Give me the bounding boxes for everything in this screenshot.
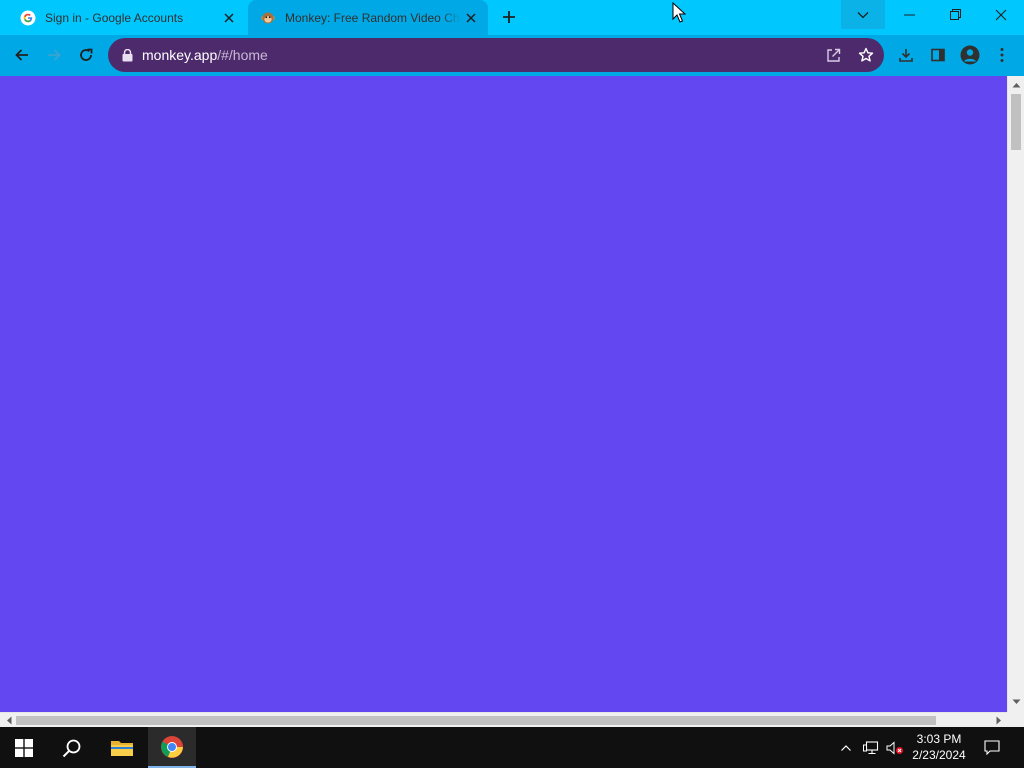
minimize-icon xyxy=(903,14,915,15)
tab-close-icon[interactable] xyxy=(461,8,481,28)
url-host: monkey.app xyxy=(142,47,218,63)
close-window-button[interactable] xyxy=(978,0,1024,29)
arrow-right-icon xyxy=(48,49,61,61)
tab-title: Monkey: Free Random Video Chat xyxy=(285,10,461,25)
restore-button[interactable] xyxy=(932,0,978,29)
chevron-up-icon xyxy=(841,744,851,751)
tab-monkey[interactable]: Monkey: Free Random Video Chat xyxy=(248,0,488,35)
back-button[interactable] xyxy=(8,41,36,69)
page-content[interactable] xyxy=(0,76,1007,712)
reload-icon xyxy=(80,48,93,61)
vertical-scrollbar-thumb[interactable] xyxy=(1011,94,1021,150)
chevron-down-icon xyxy=(857,11,869,18)
clock-time: 3:03 PM xyxy=(916,732,962,746)
start-button[interactable] xyxy=(0,727,48,768)
search-icon xyxy=(62,739,81,757)
restore-icon xyxy=(949,9,961,20)
volume-button[interactable] xyxy=(884,727,906,768)
profile-button[interactable] xyxy=(956,41,984,69)
minimize-button[interactable] xyxy=(886,0,932,29)
horizontal-scrollbar[interactable] xyxy=(0,712,1007,727)
show-hidden-icons-button[interactable] xyxy=(836,727,856,768)
tab-google-sign-in[interactable]: Sign in - Google Accounts xyxy=(8,0,246,35)
tab-strip: Sign in - Google Accounts Monkey: Free R… xyxy=(0,0,1024,35)
avatar-icon xyxy=(960,45,980,65)
network-icon xyxy=(863,740,879,754)
mouse-cursor-icon xyxy=(672,2,686,23)
url-path: /#/home xyxy=(217,47,268,63)
forward-button[interactable] xyxy=(40,41,68,69)
tab-title: Sign in - Google Accounts xyxy=(45,10,184,25)
tab-search-button[interactable] xyxy=(841,0,885,29)
close-icon xyxy=(995,9,1007,20)
chrome-icon xyxy=(161,735,183,758)
scroll-left-arrow-icon[interactable] xyxy=(4,716,13,725)
plus-icon xyxy=(503,11,515,23)
notification-icon xyxy=(984,740,1000,755)
file-explorer-button[interactable] xyxy=(98,727,146,768)
url-text[interactable]: monkey.app/#/home xyxy=(142,47,268,63)
taskbar-clock[interactable]: 3:03 PM 2/23/2024 xyxy=(906,731,972,763)
side-panel-icon xyxy=(931,48,945,62)
scroll-down-arrow-icon[interactable] xyxy=(1012,697,1021,706)
taskbar: 3:03 PM 2/23/2024 xyxy=(0,727,1024,768)
google-g-icon xyxy=(20,10,36,26)
windows-logo-icon xyxy=(15,738,33,757)
network-button[interactable] xyxy=(860,727,882,768)
scroll-right-arrow-icon[interactable] xyxy=(994,716,1003,725)
horizontal-scrollbar-thumb[interactable] xyxy=(16,716,936,725)
clock-date: 2/23/2024 xyxy=(912,748,966,762)
action-center-button[interactable] xyxy=(978,727,1006,768)
scroll-up-arrow-icon[interactable] xyxy=(1012,80,1021,89)
share-icon[interactable] xyxy=(824,45,844,65)
scrollbar-corner xyxy=(1007,712,1024,727)
reload-button[interactable] xyxy=(72,41,100,69)
menu-button[interactable] xyxy=(988,41,1016,69)
side-panel-button[interactable] xyxy=(924,41,952,69)
tab-close-icon[interactable] xyxy=(219,8,239,28)
download-icon xyxy=(899,49,913,62)
kebab-menu-icon xyxy=(1000,48,1004,62)
lock-icon[interactable] xyxy=(120,48,134,62)
arrow-left-icon xyxy=(15,49,28,61)
bookmark-star-icon[interactable] xyxy=(856,45,876,65)
vertical-scrollbar[interactable] xyxy=(1007,76,1024,712)
new-tab-button[interactable] xyxy=(496,5,522,29)
chrome-taskbar-button[interactable] xyxy=(148,727,196,768)
monkey-favicon-icon xyxy=(260,10,276,26)
search-button[interactable] xyxy=(48,727,96,768)
downloads-button[interactable] xyxy=(892,41,920,69)
volume-muted-icon xyxy=(886,740,903,755)
address-bar[interactable]: monkey.app/#/home xyxy=(108,38,884,72)
folder-icon xyxy=(111,740,133,756)
